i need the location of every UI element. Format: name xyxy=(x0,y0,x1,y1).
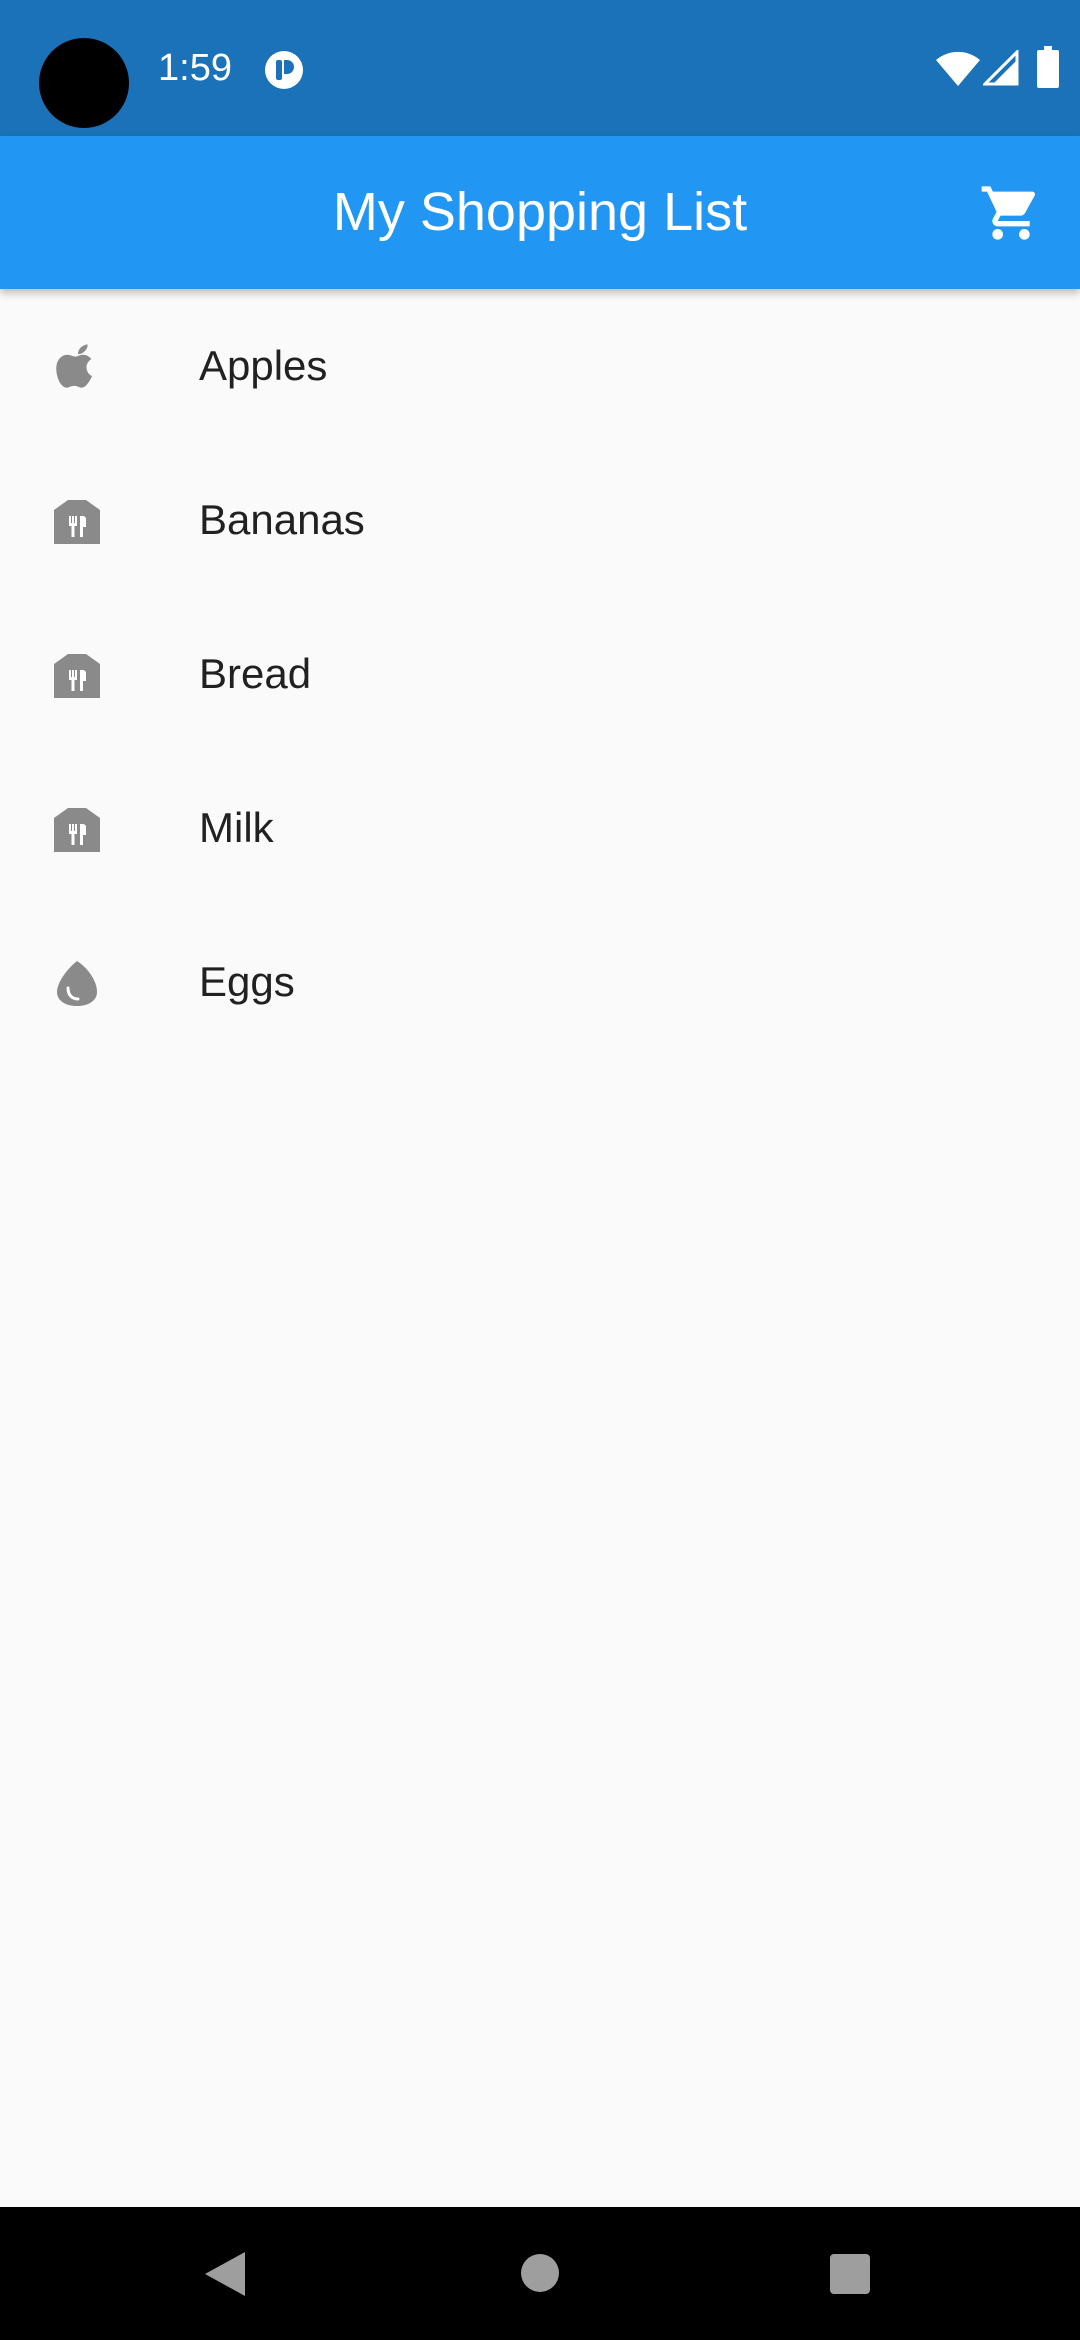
list-item-bananas[interactable]: Bananas xyxy=(0,443,1080,597)
grocery-store-icon xyxy=(54,654,100,698)
wifi-icon xyxy=(936,51,980,86)
item-label: Milk xyxy=(199,804,274,851)
app-bar: My Shopping List xyxy=(0,136,1080,289)
notification-icon xyxy=(265,51,303,89)
status-bar: 1:59 xyxy=(0,0,1080,136)
shopping-cart-icon xyxy=(981,186,1036,240)
egg-icon xyxy=(57,961,97,1006)
list-item-apples[interactable]: Apples xyxy=(0,289,1080,443)
item-label: Bread xyxy=(199,650,312,697)
page-title: My Shopping List xyxy=(332,182,748,242)
status-time: 1:59 xyxy=(158,47,232,89)
shopping-list: Apples Bananas Bread Milk Eggs xyxy=(0,289,1080,1059)
grocery-store-icon xyxy=(54,808,100,852)
cart-button[interactable] xyxy=(966,180,1056,246)
recents-icon[interactable] xyxy=(829,2253,871,2295)
apple-icon xyxy=(56,344,92,388)
list-item-milk[interactable]: Milk xyxy=(0,751,1080,905)
signal-icon xyxy=(983,50,1019,86)
battery-icon xyxy=(1037,46,1059,88)
item-label: Eggs xyxy=(199,958,295,1005)
camera-cutout xyxy=(39,38,129,128)
home-icon[interactable] xyxy=(520,2253,560,2293)
grocery-store-icon xyxy=(54,500,100,544)
navigation-bar xyxy=(0,2207,1080,2340)
list-item-eggs[interactable]: Eggs xyxy=(0,905,1080,1059)
item-label: Apples xyxy=(199,342,328,389)
list-item-bread[interactable]: Bread xyxy=(0,597,1080,751)
item-label: Bananas xyxy=(199,496,365,543)
back-icon[interactable] xyxy=(203,2250,247,2298)
